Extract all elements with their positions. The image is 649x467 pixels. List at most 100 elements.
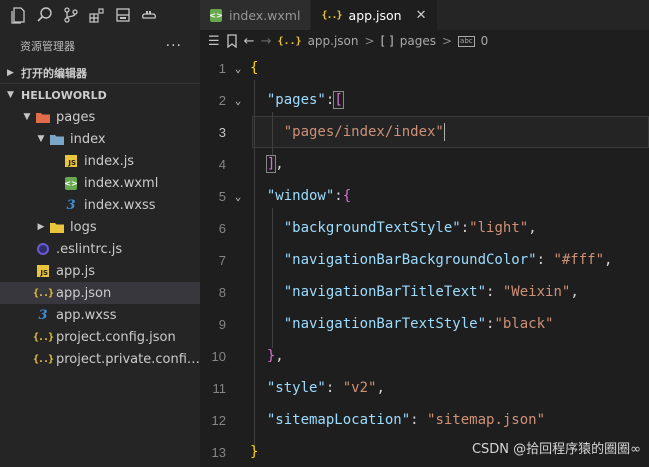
folder-icon — [34, 111, 52, 124]
token: "Weixin" — [502, 284, 571, 300]
explorer-title: 资源管理器 — [20, 40, 75, 53]
fold-chevron-icon[interactable]: ⌄ — [226, 62, 250, 75]
close-icon[interactable]: ✕ — [416, 8, 427, 23]
json-file-icon: {..} — [32, 353, 54, 365]
source-control-icon[interactable] — [60, 4, 82, 26]
token: "#fff" — [553, 252, 605, 268]
chevron-down-icon: ▼ — [37, 134, 45, 144]
breadcrumb: ☰ ← → {..} app.json > [ ] pages > abc 0 — [200, 30, 649, 52]
code-line: 1 ⌄ { — [200, 52, 649, 84]
fold-chevron-icon[interactable]: ⌄ — [226, 94, 250, 107]
breadcrumb-file[interactable]: app.json — [308, 34, 359, 48]
breadcrumb-index[interactable]: 0 — [481, 34, 489, 48]
token: , — [376, 380, 385, 396]
line-number: 7 — [218, 252, 226, 268]
code-line: 4 ], — [200, 148, 649, 180]
breadcrumb-key[interactable]: pages — [400, 34, 436, 48]
tree-item[interactable]: JS index.js — [0, 150, 200, 172]
token: "navigationBarTextStyle" — [283, 316, 487, 332]
tree-item[interactable]: ▶ logs — [0, 216, 200, 238]
tree-item-label: index.js — [84, 153, 135, 169]
line-number: 1 — [218, 60, 226, 76]
tree-item-label: index — [70, 131, 106, 147]
token: , — [275, 348, 284, 364]
token: : — [410, 412, 428, 428]
code-line: 9 "navigationBarTextStyle":"black" — [200, 308, 649, 340]
js-file-icon: JS — [62, 155, 80, 167]
line-number: 10 — [211, 348, 226, 364]
cloud-icon[interactable] — [138, 4, 160, 26]
line-number: 8 — [218, 284, 226, 300]
breadcrumb-separator: > — [441, 34, 453, 48]
tree-item[interactable]: ▼ index — [0, 128, 200, 150]
array-icon: [ ] — [380, 34, 394, 48]
forward-arrow-icon[interactable]: → — [261, 34, 272, 49]
tab-index-wxml[interactable]: <> index.wxml — [200, 0, 312, 30]
open-editors-label: 打开的编辑器 — [21, 66, 87, 80]
tree-item[interactable]: ▼ pages — [0, 106, 200, 128]
tab-app-json[interactable]: {..} app.json ✕ — [311, 0, 438, 30]
token: , — [604, 252, 613, 268]
eslint-file-icon — [34, 243, 52, 255]
tree-item[interactable]: 3 app.wxss — [0, 304, 200, 326]
tree-item[interactable]: 3 index.wxss — [0, 194, 200, 216]
tree-item[interactable]: {..} app.json — [0, 282, 200, 304]
code-line: 10 }, — [200, 340, 649, 372]
token: "pages/index/index" — [283, 124, 444, 140]
tree-item-label: app.js — [56, 263, 95, 279]
json-file-icon: {..} — [32, 287, 54, 299]
tree-item[interactable]: JS app.js — [0, 260, 200, 282]
chevron-right-icon: ▶ — [37, 222, 45, 232]
storage-icon[interactable] — [112, 4, 134, 26]
tree-item[interactable]: .eslintrc.js — [0, 238, 200, 260]
bookmark-icon[interactable] — [226, 34, 238, 48]
editor-area: <> index.wxml {..} app.json ✕ ☰ ← → {..}… — [200, 0, 649, 467]
line-number: 4 — [218, 156, 226, 172]
line-number: 13 — [211, 444, 226, 460]
watermark: CSDN @拾回程序猿的圈圈∞ — [471, 442, 641, 457]
token: "black" — [494, 316, 554, 332]
search-icon[interactable] — [34, 4, 56, 26]
tree-item[interactable]: <> index.wxml — [0, 172, 200, 194]
token: "navigationBarBackgroundColor" — [283, 252, 537, 268]
line-number: 6 — [218, 220, 226, 236]
tree-item-label: index.wxss — [84, 197, 156, 213]
project-section[interactable]: ▼ HELLOWORLD — [0, 84, 200, 106]
tree-item-label: app.wxss — [56, 307, 117, 323]
token: , — [528, 220, 537, 236]
line-number: 5 — [218, 188, 226, 204]
tree-item-label: pages — [56, 109, 96, 125]
side-panel: 资源管理器 ··· ▶ 打开的编辑器 ▼ HELLOWORLD ▼ pages ▼ i… — [0, 0, 200, 467]
code-editor[interactable]: 1 ⌄ { 2 ⌄ "pages":[ 3 "pages/index/index… — [200, 52, 649, 467]
token: } — [250, 444, 259, 460]
breadcrumb-separator: > — [364, 34, 375, 48]
line-number: 12 — [211, 412, 226, 428]
token: "style" — [266, 380, 326, 396]
fold-chevron-icon[interactable]: ⌄ — [226, 190, 250, 203]
token: , — [275, 156, 284, 172]
extensions-icon[interactable] — [86, 4, 108, 26]
tab-label: index.wxml — [229, 7, 301, 23]
tree-item-label: project.config.json — [56, 329, 176, 345]
wxml-file-icon: <> — [209, 8, 223, 22]
token: "sitemap.json" — [427, 412, 546, 428]
list-icon[interactable]: ☰ — [208, 34, 220, 49]
js-file-icon: JS — [34, 265, 52, 277]
back-arrow-icon[interactable]: ← — [244, 34, 255, 49]
chevron-down-icon: ▼ — [23, 112, 31, 122]
code-line: 3 "pages/index/index" — [200, 116, 649, 148]
token: : — [325, 380, 343, 396]
tree-item[interactable]: {..} project.config.json — [0, 326, 200, 348]
json-file-icon: {..} — [321, 9, 342, 21]
tree-item-label: index.wxml — [84, 175, 159, 191]
token: : — [486, 284, 503, 300]
token: "window" — [266, 188, 335, 204]
tree-item-label: .eslintrc.js — [56, 241, 123, 257]
folder-icon — [48, 133, 66, 146]
line-number: 11 — [212, 380, 227, 396]
files-icon[interactable] — [8, 4, 30, 26]
more-actions-button[interactable]: ··· — [166, 38, 182, 54]
open-editors-section[interactable]: ▶ 打开的编辑器 — [0, 62, 200, 84]
tree-item[interactable]: {..}project.private.config.js... — [0, 348, 200, 370]
token: { — [250, 60, 259, 76]
